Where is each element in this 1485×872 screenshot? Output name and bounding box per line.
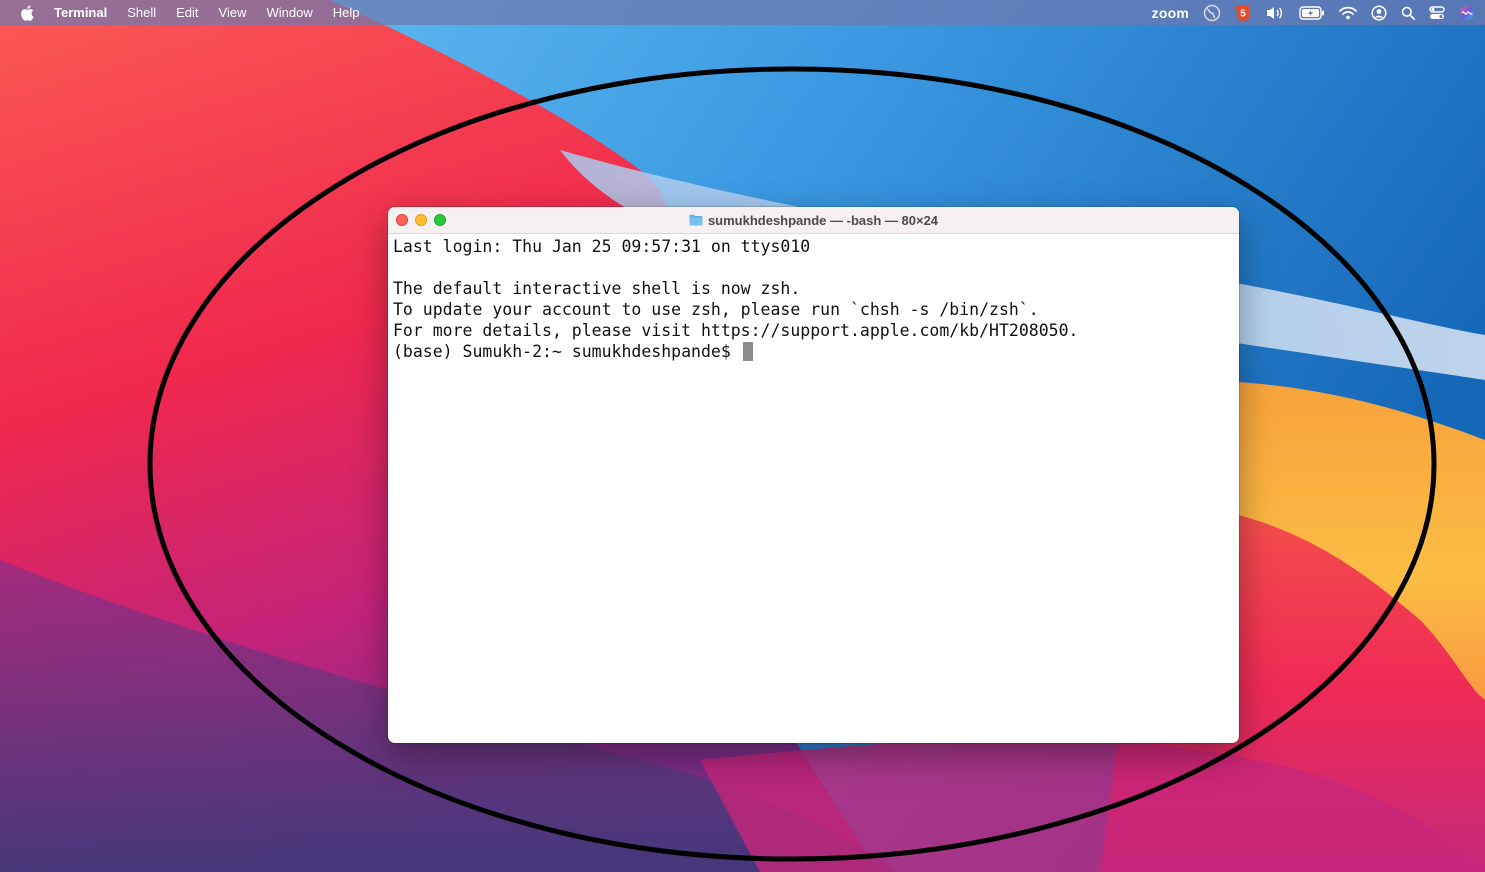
terminal-title-text: sumukhdeshpande — -bash — 80×24 [707,212,939,228]
battery-charging-icon[interactable] [1299,0,1325,25]
globe-icon[interactable] [1203,0,1221,25]
apple-logo-icon[interactable] [20,4,34,21]
zoom-status-item[interactable]: zoom [1152,0,1189,25]
user-icon[interactable] [1371,0,1387,25]
svg-text:5: 5 [1240,8,1246,19]
menu-view[interactable]: View [219,5,247,20]
terminal-titlebar[interactable]: sumukhdeshpande — -bash — 80×24 [388,207,1239,234]
menu-app-terminal[interactable]: Terminal [54,5,107,20]
menu-shell[interactable]: Shell [127,5,156,20]
volume-icon[interactable] [1265,0,1285,25]
terminal-prompt: (base) Sumukh-2:~ sumukhdeshpande$ [393,342,741,361]
control-center-icon[interactable] [1429,0,1445,25]
terminal-window[interactable]: sumukhdeshpande — -bash — 80×24 Last log… [388,207,1239,743]
terminal-line: To update your account to use zsh, pleas… [393,300,1039,319]
wifi-icon[interactable] [1339,0,1357,25]
menu-bar: Terminal Shell Edit View Window Help zoo… [0,0,1485,25]
menu-window[interactable]: Window [267,5,313,20]
html5-icon[interactable]: 5 [1235,0,1251,25]
terminal-output[interactable]: Last login: Thu Jan 25 09:57:31 on ttys0… [388,234,1239,364]
terminal-title: sumukhdeshpande — -bash — 80×24 [388,207,1239,233]
terminal-line: Last login: Thu Jan 25 09:57:31 on ttys0… [393,237,811,256]
terminal-line: The default interactive shell is now zsh… [393,279,801,298]
desktop: Terminal Shell Edit View Window Help zoo… [0,0,1485,872]
search-icon[interactable] [1401,0,1415,25]
terminal-line: For more details, please visit https://s… [393,321,1079,340]
text-cursor [742,342,753,361]
siri-icon[interactable] [1459,0,1475,25]
terminal-prompt-line[interactable]: (base) Sumukh-2:~ sumukhdeshpande$ [393,341,1234,362]
menu-edit[interactable]: Edit [176,5,198,20]
folder-icon [689,214,703,226]
menu-help[interactable]: Help [333,5,360,20]
